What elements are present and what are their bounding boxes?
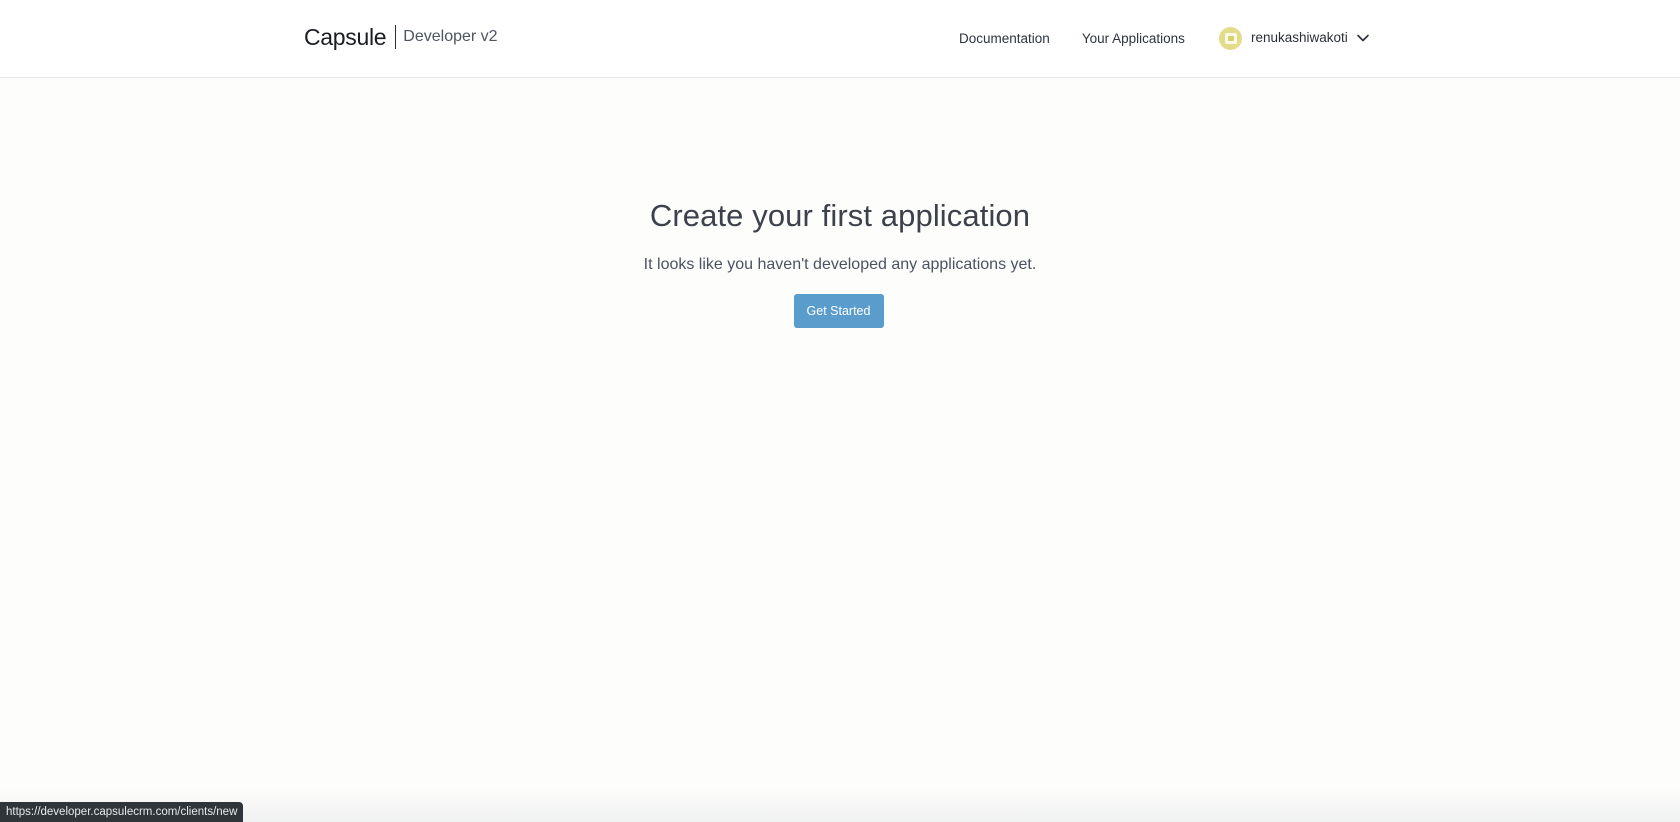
page: Capsule Developer v2 Documentation Your …	[0, 0, 1680, 822]
avatar-graphic	[1224, 32, 1237, 44]
brand-subtitle: Developer v2	[403, 28, 498, 45]
username: renukashiwakoti	[1251, 30, 1348, 45]
bottom-fade	[0, 788, 1680, 822]
browser-status-url: https://developer.capsulecrm.com/clients…	[0, 802, 244, 822]
nav-your-applications[interactable]: Your Applications	[1082, 26, 1185, 52]
top-header: Capsule Developer v2 Documentation Your …	[0, 0, 1680, 78]
user-menu[interactable]: renukashiwakoti	[1219, 24, 1370, 52]
main-nav: Documentation Your Applications	[959, 26, 1185, 52]
avatar-icon	[1219, 26, 1242, 50]
empty-state-message: It looks like you haven't developed any …	[643, 256, 1037, 273]
brand-home-link[interactable]: Capsule Developer v2	[304, 22, 498, 52]
get-started-button[interactable]: Get Started	[793, 294, 884, 328]
nav-documentation[interactable]: Documentation	[959, 26, 1050, 52]
chevron-down-icon	[1356, 31, 1370, 45]
capsule-logo: Capsule	[304, 24, 387, 50]
brand-divider	[395, 25, 397, 49]
page-title: Create your first application	[649, 198, 1031, 233]
cta-container: Get Started	[0, 294, 1680, 328]
